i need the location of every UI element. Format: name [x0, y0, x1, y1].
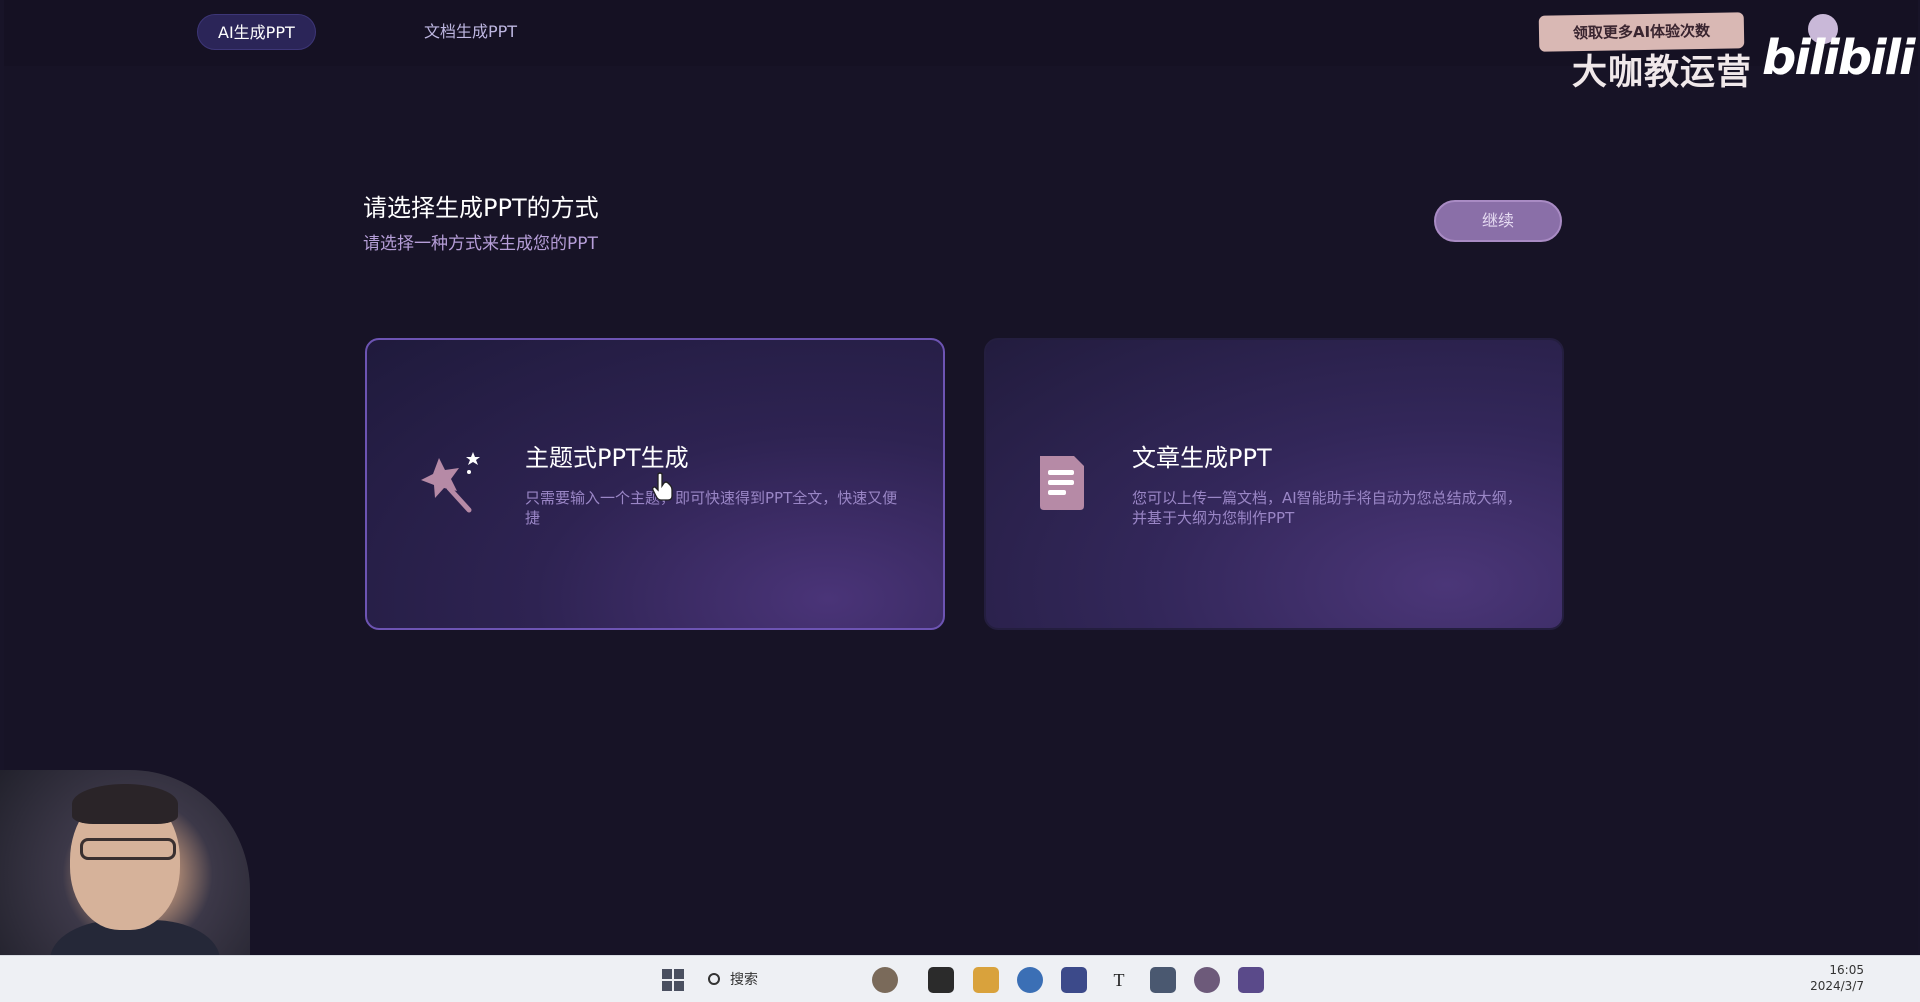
chat-icon[interactable]: [1194, 967, 1220, 993]
clock[interactable]: 16:05 2024/3/7: [1800, 962, 1864, 994]
app-window: AI生成PPT 文档生成PPT 领取更多AI体验次数 大咖教运营 bilibil…: [4, 0, 1918, 955]
folder-icon[interactable]: [973, 967, 999, 993]
globe-icon[interactable]: [872, 967, 898, 993]
notepad-icon[interactable]: [1150, 967, 1176, 993]
wps-icon[interactable]: [1238, 967, 1264, 993]
continue-button[interactable]: 继续: [1434, 200, 1562, 242]
magic-wand-icon: [421, 452, 480, 513]
presenter-hair: [72, 784, 178, 824]
text-icon[interactable]: T: [1106, 967, 1132, 993]
document-icon: [1040, 456, 1084, 510]
windows-start-icon[interactable]: [660, 967, 686, 993]
page-subtitle: 请选择一种方式来生成您的PPT: [363, 234, 598, 254]
terminal-icon[interactable]: [928, 967, 954, 993]
search-icon: [708, 973, 720, 985]
taskbar-search[interactable]: 搜索: [708, 968, 758, 992]
taskbar: 搜索 T 16:05 2024/3/7: [0, 955, 1920, 1002]
channel-watermark: 大咖教运营: [1572, 53, 1753, 93]
card-title: 文章生成PPT: [1132, 444, 1272, 472]
store-icon[interactable]: [1061, 967, 1087, 993]
article-ppt-card[interactable]: 文章生成PPT 您可以上传一篇文档，AI智能助手将自动为您总结成大纲，并基于大纲…: [984, 338, 1564, 630]
edge-icon[interactable]: [1017, 967, 1043, 993]
card-title: 主题式PPT生成: [525, 444, 689, 472]
presenter-glasses: [80, 838, 176, 860]
tab-ai-generate-ppt[interactable]: AI生成PPT: [197, 14, 316, 50]
card-description: 只需要输入一个主题，即可快速得到PPT全文，快速又便捷: [525, 489, 898, 527]
page-title: 请选择生成PPT的方式: [363, 194, 599, 222]
card-description: 您可以上传一篇文档，AI智能助手将自动为您总结成大纲，并基于大纲为您制作PPT: [1132, 489, 1522, 527]
bilibili-logo: bilibili: [1762, 30, 1915, 86]
tab-document-generate-ppt[interactable]: 文档生成PPT: [404, 14, 537, 50]
hand-cursor-icon: [652, 472, 673, 501]
